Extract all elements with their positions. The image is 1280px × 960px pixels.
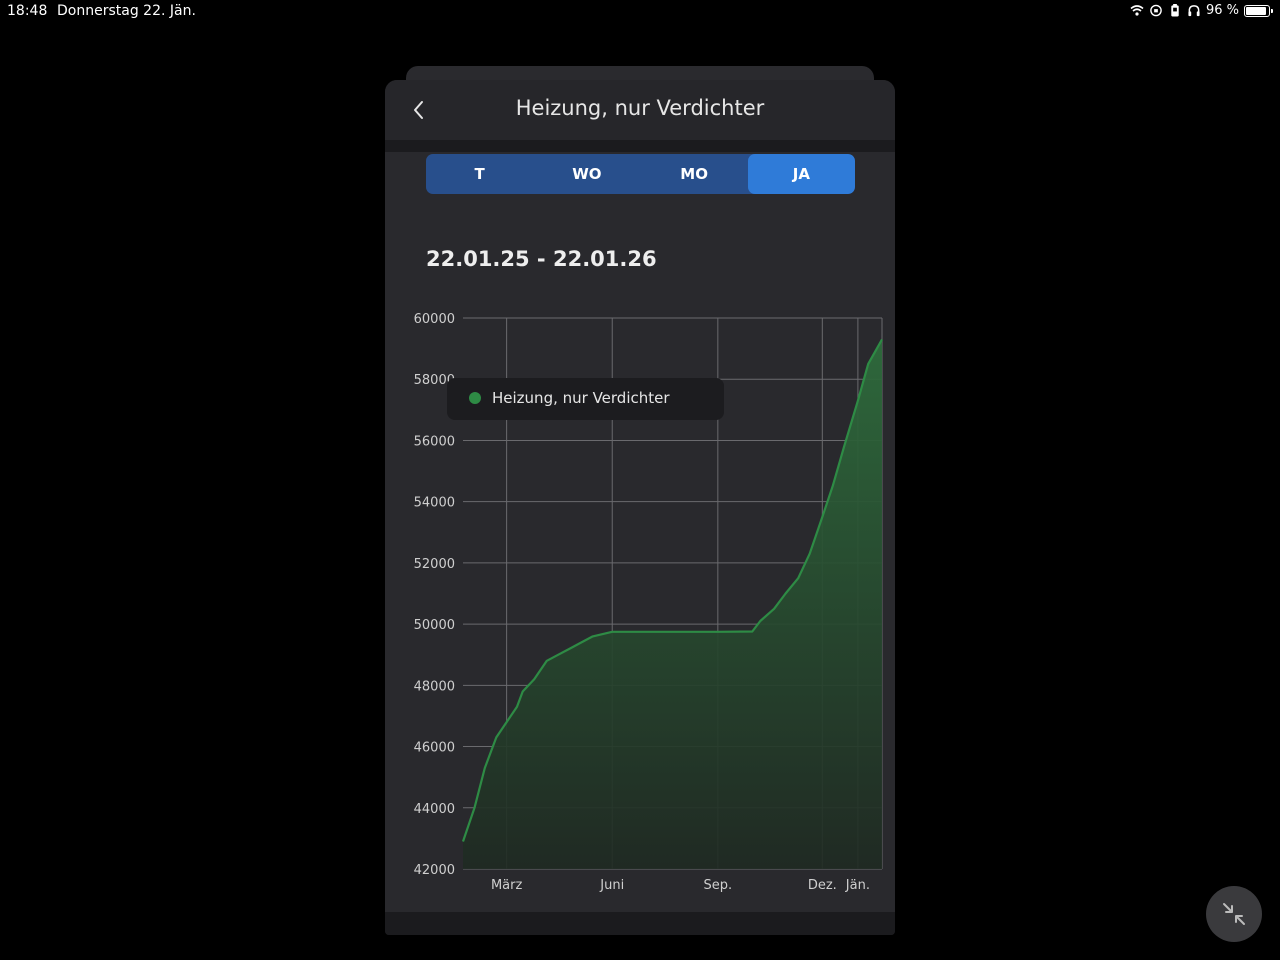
page-title: Heizung, nur Verdichter — [515, 96, 765, 120]
collapse-button[interactable] — [1206, 886, 1262, 942]
footer-band — [385, 912, 895, 935]
status-icons: 96 % — [1130, 3, 1273, 18]
card-header: Heizung, nur Verdichter — [385, 80, 895, 140]
x-tick-label: Sep. — [704, 878, 733, 893]
battery-icon — [1244, 4, 1273, 17]
period-tabs: T WO MO JA — [426, 154, 855, 194]
headphones-icon — [1188, 5, 1200, 17]
divider — [385, 140, 895, 152]
battery-percent: 96 % — [1205, 3, 1239, 18]
y-tick-label: 52000 — [414, 557, 455, 572]
x-tick-label: Juni — [599, 878, 624, 893]
screen-lock-icon — [1150, 4, 1162, 17]
status-bar: 18:48 Donnerstag 22. Jän. 96 % — [0, 0, 1280, 24]
tab-mo[interactable]: MO — [641, 154, 748, 194]
y-tick-label: 42000 — [414, 863, 455, 878]
y-tick-label: 44000 — [414, 802, 455, 817]
date-range: 22.01.25 - 22.01.26 — [426, 247, 657, 271]
tab-ja[interactable]: JA — [747, 154, 855, 194]
y-tick-label: 46000 — [414, 741, 455, 756]
chart-legend[interactable]: Heizung, nur Verdichter — [447, 378, 724, 420]
y-tick-label: 54000 — [414, 496, 455, 511]
x-tick-label: Dez. — [808, 878, 837, 893]
x-tick-label: Jän. — [845, 878, 870, 893]
tab-wo[interactable]: WO — [533, 154, 640, 194]
wifi-icon — [1130, 5, 1144, 16]
y-tick-label: 50000 — [414, 618, 455, 633]
status-time: 18:48 — [7, 3, 48, 19]
y-tick-label: 48000 — [414, 679, 455, 694]
y-tick-label: 60000 — [414, 312, 455, 327]
status-date: Donnerstag 22. Jän. — [57, 3, 196, 19]
battery-saver-icon — [1171, 4, 1179, 17]
chart-card: Heizung, nur Verdichter T WO MO JA 22.01.25… — [385, 80, 895, 935]
tab-t[interactable]: T — [426, 154, 533, 194]
x-tick-label: März — [491, 878, 523, 893]
content-area: T WO MO JA 22.01.25 - 22.01.26 60000 58000 56… — [385, 152, 895, 912]
y-tick-label: 56000 — [414, 434, 455, 449]
collapse-arrows-icon — [1223, 903, 1245, 925]
legend-label: Heizung, nur Verdichter — [492, 389, 670, 407]
legend-swatch — [469, 392, 481, 404]
